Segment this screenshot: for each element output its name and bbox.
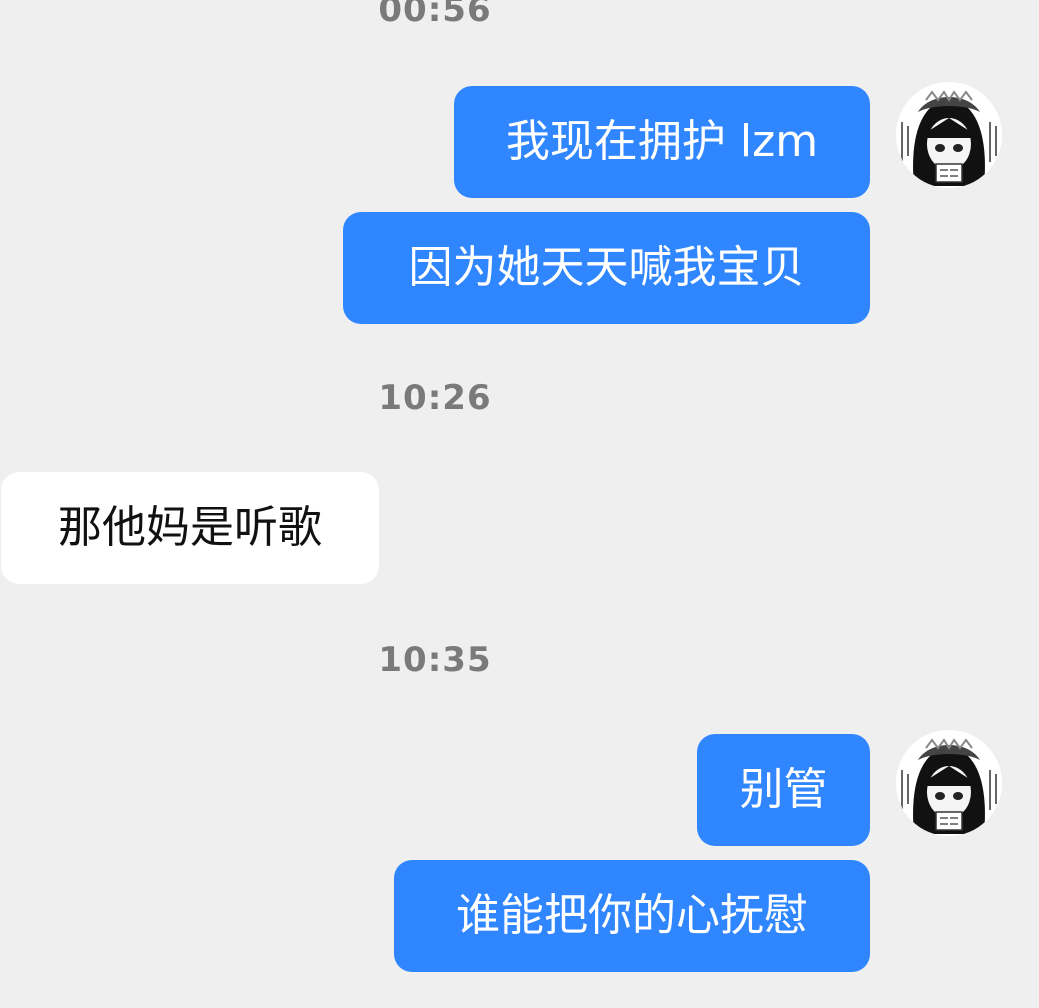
message-bubble-sent[interactable]: 别管: [697, 734, 870, 846]
message-bubble-received[interactable]: 那他妈是听歌: [1, 472, 379, 584]
anime-girl-avatar-icon: [896, 82, 1002, 188]
chat-timestamp: 00:56: [378, 0, 492, 30]
chat-timestamp: 10:26: [378, 378, 492, 418]
message-text: 别管: [739, 764, 828, 815]
message-bubble-sent[interactable]: 因为她天天喊我宝贝: [343, 212, 870, 324]
chat-timestamp: 10:35: [378, 640, 492, 680]
anime-girl-avatar-icon: [896, 730, 1002, 836]
avatar[interactable]: [896, 730, 1002, 836]
message-text: 我现在拥护 lzm: [505, 116, 819, 167]
message-bubble-sent[interactable]: 我现在拥护 lzm: [454, 86, 870, 198]
message-text: 那他妈是听歌: [58, 502, 322, 553]
message-bubble-sent[interactable]: 谁能把你的心抚慰: [394, 860, 870, 972]
message-text: 因为她天天喊我宝贝: [408, 242, 805, 293]
avatar[interactable]: [896, 82, 1002, 188]
message-text: 谁能把你的心抚慰: [456, 890, 808, 941]
